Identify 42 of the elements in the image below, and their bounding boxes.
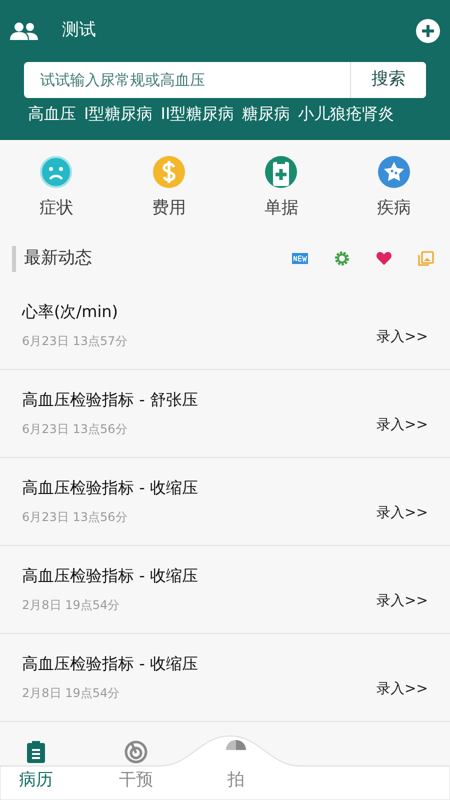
search-button[interactable]: 搜索 <box>350 62 426 98</box>
new-icon[interactable] <box>292 250 308 267</box>
record-title: 高血压检验指标 - 舒张压 <box>22 389 198 411</box>
entry-link[interactable]: 录入>> <box>376 502 428 524</box>
tab-button[interactable]: 病历 <box>0 740 86 794</box>
record-title: 心率(次/min) <box>22 301 120 323</box>
gallery-icon[interactable] <box>418 250 434 267</box>
record-title: 高血压检验指标 - 收缩压 <box>22 653 198 675</box>
tag-link[interactable]: 小儿狼疮肾炎 <box>298 102 394 126</box>
record-time: 2月8日 19点54分 <box>22 685 121 702</box>
tab-button[interactable]: 拍 <box>186 740 286 794</box>
radar-icon <box>124 740 148 764</box>
people-icon[interactable] <box>10 21 38 41</box>
clipboard-icon <box>24 740 48 764</box>
record-time: 2月8日 19点54分 <box>22 597 121 614</box>
tag-link[interactable]: 高血压 <box>28 102 76 126</box>
entry-link[interactable]: 录入>> <box>376 678 428 700</box>
entry-link[interactable]: 录入>> <box>376 414 428 436</box>
category-label[interactable]: 单据 <box>264 196 298 222</box>
record-title: 高血压检验指标 - 收缩压 <box>22 477 198 499</box>
category-label[interactable]: 费用 <box>152 196 186 222</box>
category-label[interactable]: 疾病 <box>376 196 411 222</box>
category-label[interactable]: 症状 <box>39 196 74 222</box>
record-time: 6月23日 13点56分 <box>22 509 128 526</box>
record-time: 6月23日 13点57分 <box>22 333 128 350</box>
tab-button[interactable]: 干预 <box>86 740 186 794</box>
section-title: 最新动态 <box>24 246 93 270</box>
clipboard-icon[interactable] <box>265 156 298 188</box>
record-title: 高血压检验指标 - 收缩压 <box>22 565 198 587</box>
gear-icon[interactable] <box>334 250 350 267</box>
entry-link[interactable]: 录入>> <box>376 326 428 348</box>
entry-link[interactable]: 录入>> <box>376 590 428 612</box>
tag-link[interactable]: 糖尿病 <box>242 102 290 126</box>
tag-link[interactable]: I型糖尿病 <box>84 102 153 126</box>
tag-link[interactable]: II型糖尿病 <box>160 102 234 126</box>
header-title: 测试 <box>62 19 97 42</box>
add-icon[interactable] <box>416 19 440 43</box>
record-time: 6月23日 13点56分 <box>22 421 128 438</box>
search-field[interactable]: 试试输入尿常规或高血压 搜索 <box>24 62 426 98</box>
sad-face-icon[interactable] <box>40 156 72 188</box>
heart-icon[interactable] <box>376 250 392 267</box>
dollar-icon[interactable] <box>152 156 185 188</box>
